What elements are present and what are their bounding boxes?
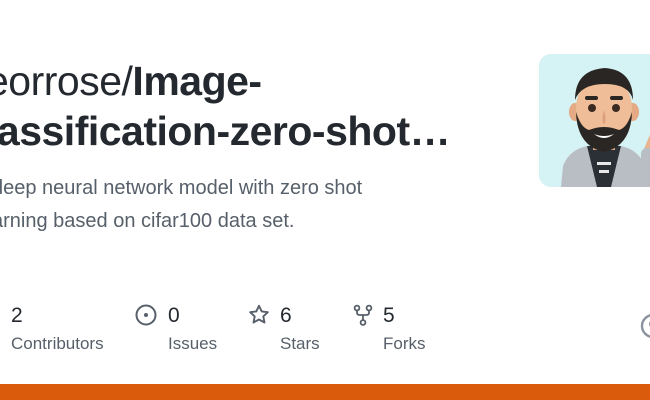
star-icon [249,304,269,324]
forks-label: Forks [383,334,426,353]
stars-count: 6 [280,304,292,327]
language-bar-segment [0,384,650,400]
repo-forked-icon [353,304,373,326]
contributors-count: 2 [11,304,23,327]
forks-count: 5 [383,304,395,327]
github-mark-icon [640,314,650,338]
stars-label: Stars [280,334,320,353]
description-line-2: arning based on cifar100 data set. [0,210,295,232]
issues-label: Issues [168,334,218,353]
repo-description: deep neural network model with zero shot… [0,172,462,238]
repo-stats: 2 Contributors 0 Issues 6 Stars 5 Forks [0,300,650,360]
description-line-1: deep neural network model with zero shot [0,177,363,199]
contributors-label: Contributors [11,334,104,353]
repo-title-line-1: eorrose/Image- [0,56,506,106]
repo-title[interactable]: eorrose/Image- lassification-zero-shot… [0,56,506,156]
repo-owner: eorrose/ [0,58,133,104]
repo-social-card: eorrose/Image- lassification-zero-shot… … [0,0,650,400]
language-bar [0,384,650,400]
issue-opened-icon [135,304,157,326]
repo-name-part-2: lassification-zero-shot… [0,108,451,154]
issues-count: 0 [168,304,180,327]
repo-name-part-1: Image- [132,58,262,104]
owner-avatar[interactable] [539,54,650,187]
memoji-avatar-icon [561,68,650,187]
